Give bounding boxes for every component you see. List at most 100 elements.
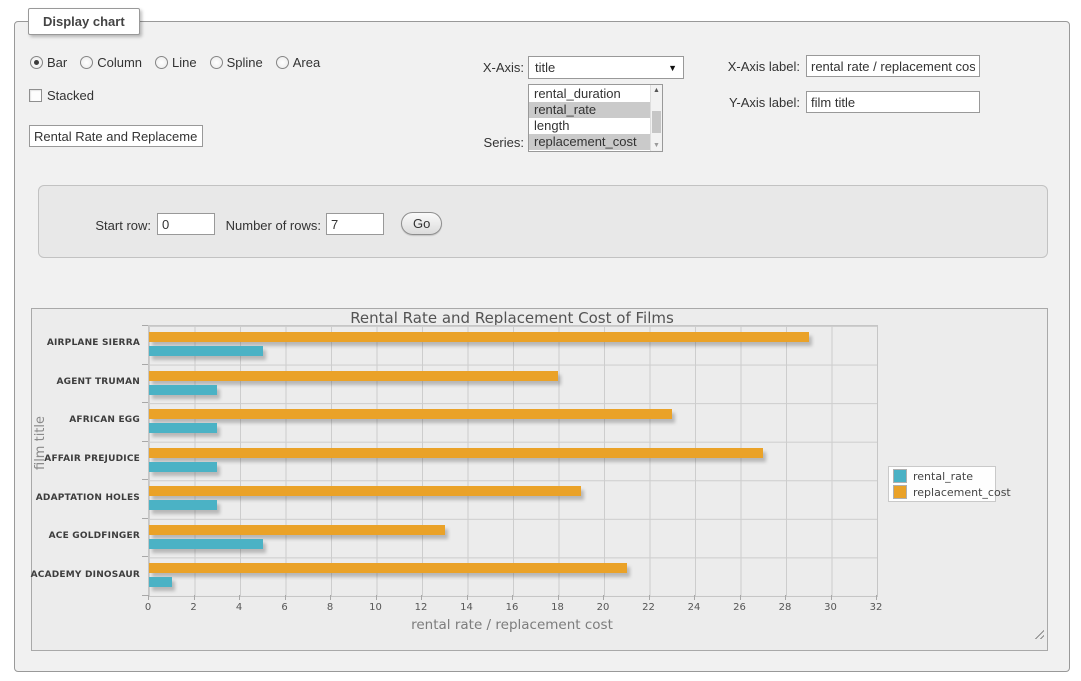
start-row-label: Start row: xyxy=(39,218,151,233)
radio-label-column: Column xyxy=(97,55,142,70)
x-tick-mark xyxy=(740,595,741,600)
x-axis-select[interactable]: title ▼ xyxy=(528,56,684,79)
radio-label-line: Line xyxy=(172,55,197,70)
stacked-label: Stacked xyxy=(47,88,94,103)
y-tick-mark xyxy=(142,364,148,365)
chart-legend: rental_ratereplacement_cost xyxy=(888,466,996,502)
x-tick-mark xyxy=(831,595,832,600)
row-range-panel: Start row: Number of rows: Go xyxy=(38,185,1048,258)
series-listbox[interactable]: rental_durationrental_ratelengthreplacem… xyxy=(528,84,663,152)
x-tick-label: 14 xyxy=(452,602,482,613)
legend-label: rental_rate xyxy=(913,470,973,483)
chevron-down-icon: ▼ xyxy=(668,63,683,73)
x-tick-mark xyxy=(603,595,604,600)
x-tick-mark xyxy=(876,595,877,600)
legend-label: replacement_cost xyxy=(913,486,1011,499)
bar-replacement_cost xyxy=(149,371,558,381)
x-axis-label-input[interactable] xyxy=(806,55,980,77)
x-axis-label-caption: X-Axis label: xyxy=(690,59,800,74)
legend-item-replacement_cost: replacement_cost xyxy=(889,484,995,500)
bar-rental_rate xyxy=(149,346,263,356)
bar-rental_rate xyxy=(149,500,217,510)
scroll-down-icon[interactable]: ▼ xyxy=(651,140,662,151)
x-tick-mark xyxy=(649,595,650,600)
radio-bar[interactable] xyxy=(30,56,43,69)
series-option-rental_rate[interactable]: rental_rate xyxy=(529,102,651,118)
start-row-input[interactable] xyxy=(157,213,215,235)
x-tick-mark xyxy=(558,595,559,600)
radio-label-bar: Bar xyxy=(47,55,67,70)
x-tick-label: 12 xyxy=(406,602,436,613)
x-tick-label: 26 xyxy=(725,602,755,613)
x-tick-mark xyxy=(512,595,513,600)
bar-replacement_cost xyxy=(149,448,763,458)
page: Display chart BarColumnLineSplineArea St… xyxy=(0,0,1081,681)
y-axis-label-caption: Y-Axis label: xyxy=(690,95,800,110)
radio-column[interactable] xyxy=(80,56,93,69)
series-label: Series: xyxy=(450,135,524,150)
series-option-length[interactable]: length xyxy=(529,118,651,134)
bar-replacement_cost xyxy=(149,525,445,535)
legend-swatch-replacement_cost xyxy=(893,485,907,499)
x-tick-label: 16 xyxy=(497,602,527,613)
y-tick-mark xyxy=(142,325,148,326)
bar-rental_rate xyxy=(149,423,217,433)
bar-rental_rate xyxy=(149,539,263,549)
listbox-scrollbar[interactable]: ▲ ▼ xyxy=(650,85,662,151)
x-tick-label: 24 xyxy=(679,602,709,613)
legend-swatch-rental_rate xyxy=(893,469,907,483)
panel-title: Display chart xyxy=(28,8,140,35)
series-option-rental_duration[interactable]: rental_duration xyxy=(529,86,651,102)
x-tick-mark xyxy=(194,595,195,600)
bar-replacement_cost xyxy=(149,332,809,342)
radio-spline[interactable] xyxy=(210,56,223,69)
bar-replacement_cost xyxy=(149,486,581,496)
category-label: ADAPTATION HOLES xyxy=(30,493,140,503)
category-label: ACE GOLDFINGER xyxy=(30,531,140,541)
category-label: AFRICAN EGG xyxy=(30,415,140,425)
x-tick-mark xyxy=(785,595,786,600)
bar-rental_rate xyxy=(149,577,172,587)
x-tick-mark xyxy=(376,595,377,600)
scroll-up-icon[interactable]: ▲ xyxy=(651,85,662,96)
stacked-option: Stacked xyxy=(29,88,94,103)
go-button[interactable]: Go xyxy=(401,212,442,235)
category-label: AFFAIR PREJUDICE xyxy=(30,454,140,464)
radio-area[interactable] xyxy=(276,56,289,69)
x-tick-mark xyxy=(421,595,422,600)
series-option-replacement_cost[interactable]: replacement_cost xyxy=(529,134,651,150)
x-tick-mark xyxy=(467,595,468,600)
bar-replacement_cost xyxy=(149,409,672,419)
x-tick-label: 10 xyxy=(361,602,391,613)
chart-type-group: BarColumnLineSplineArea xyxy=(30,55,320,70)
x-axis-label: X-Axis: xyxy=(450,60,524,75)
x-tick-label: 30 xyxy=(816,602,846,613)
radio-line[interactable] xyxy=(155,56,168,69)
stacked-checkbox[interactable] xyxy=(29,89,42,102)
legend-item-rental_rate: rental_rate xyxy=(889,468,995,484)
category-label: AGENT TRUMAN xyxy=(30,377,140,387)
bar-rental_rate xyxy=(149,385,217,395)
y-tick-mark xyxy=(142,441,148,442)
x-tick-label: 22 xyxy=(634,602,664,613)
x-tick-label: 20 xyxy=(588,602,618,613)
x-tick-label: 8 xyxy=(315,602,345,613)
number-of-rows-input[interactable] xyxy=(326,213,384,235)
y-axis-label-input[interactable] xyxy=(806,91,980,113)
x-tick-label: 0 xyxy=(133,602,163,613)
chart-type-option-line: Line xyxy=(155,55,197,70)
number-of-rows-label: Number of rows: xyxy=(219,218,321,233)
y-tick-mark xyxy=(142,518,148,519)
scrollbar-thumb[interactable] xyxy=(652,111,661,133)
x-axis-title: rental rate / replacement cost xyxy=(148,617,876,633)
bar-rental_rate xyxy=(149,462,217,472)
y-tick-mark xyxy=(142,402,148,403)
category-label: ACADEMY DINOSAUR xyxy=(30,570,140,580)
x-tick-mark xyxy=(694,595,695,600)
chart-type-option-spline: Spline xyxy=(210,55,263,70)
y-tick-mark xyxy=(142,479,148,480)
x-tick-label: 6 xyxy=(270,602,300,613)
chart-title-input[interactable] xyxy=(29,125,203,147)
plot-area xyxy=(148,325,878,597)
x-tick-mark xyxy=(285,595,286,600)
